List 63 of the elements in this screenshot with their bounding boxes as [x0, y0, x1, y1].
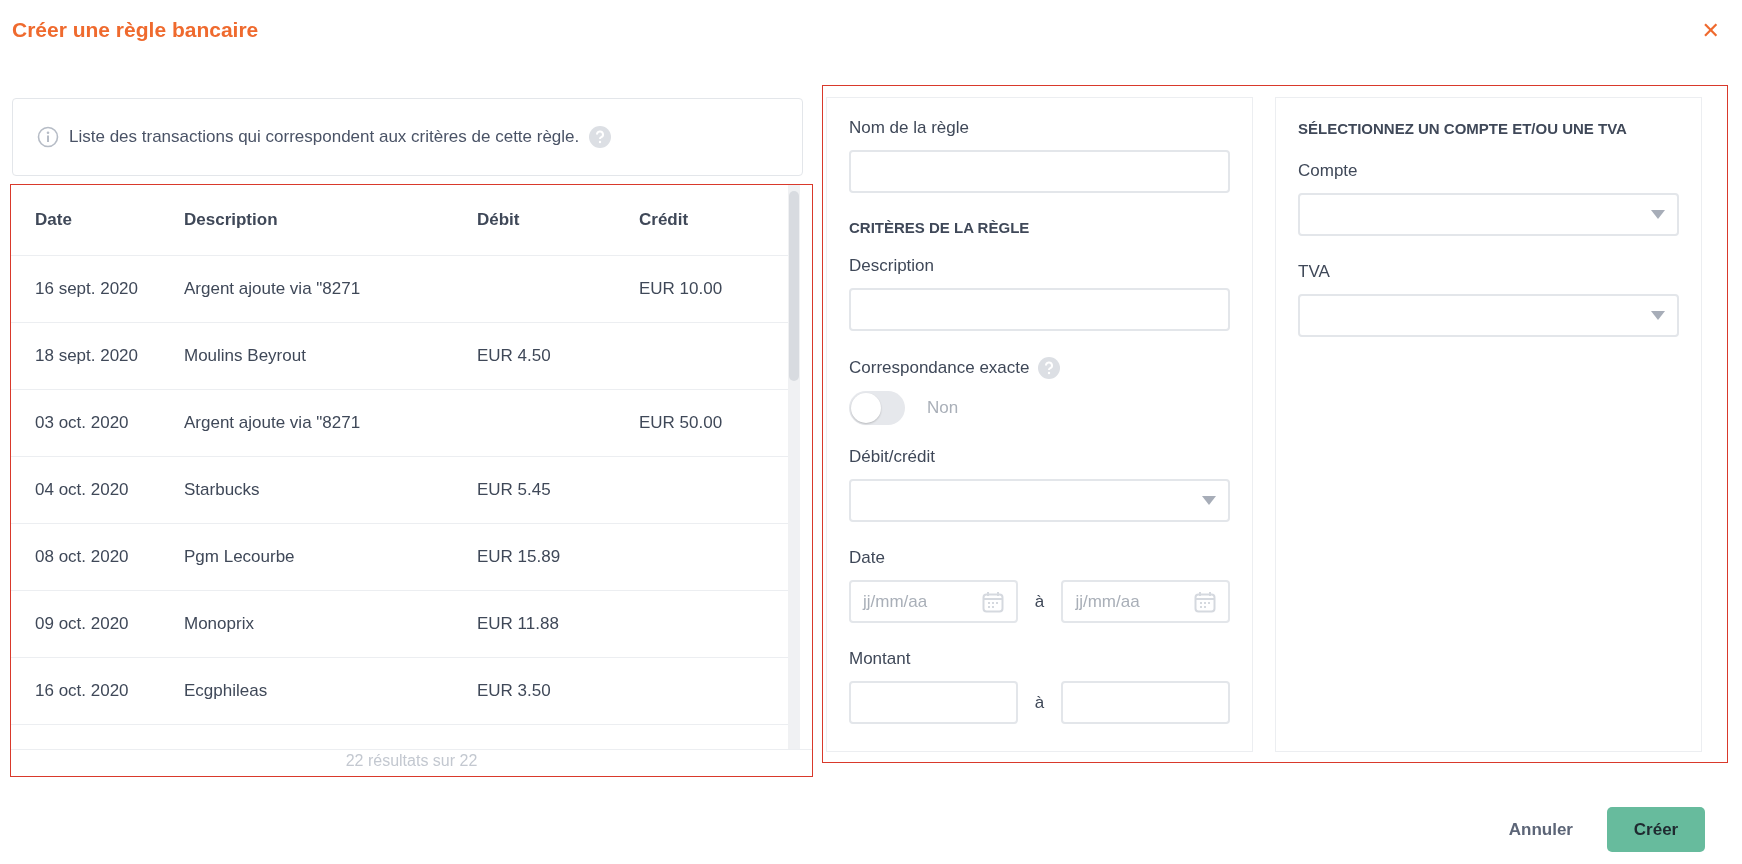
toggle-state-text: Non — [927, 398, 959, 418]
table-cell: Pgm Lecourbe — [184, 547, 295, 566]
table-cell: 09 oct. 2020 — [35, 614, 129, 633]
section-heading: CRITÈRES DE LA RÈGLE — [849, 219, 1031, 236]
info-text: Liste des transactions qui correspondent aux critères de cette règle. — [69, 127, 580, 147]
help-icon — [1037, 357, 1060, 379]
table-cell: EUR 5.45 — [477, 480, 551, 499]
calendar-icon — [981, 590, 1004, 613]
column-header: Crédit — [639, 210, 690, 230]
toggle-switch[interactable] — [849, 391, 905, 425]
date-field[interactable]: jj/mm/aa — [1061, 580, 1230, 623]
scrollbar[interactable] — [788, 185, 800, 749]
table-cell: EUR 50.00 — [639, 413, 723, 432]
date-field[interactable]: jj/mm/aa — [849, 580, 1018, 623]
create-button[interactable]: Créer — [1607, 807, 1705, 852]
close-button[interactable]: ✕ — [1695, 17, 1726, 43]
table-cell: 16 sept. 2020 — [35, 279, 139, 298]
field-label: Compte — [1298, 161, 1359, 181]
input-field[interactable] — [849, 288, 1230, 331]
range-separator: à — [1033, 591, 1046, 612]
input-field[interactable] — [849, 150, 1230, 193]
caret-icon — [1651, 210, 1665, 219]
dialog-title: Créer une règle bancaire — [12, 18, 259, 42]
input-field[interactable] — [849, 681, 1018, 724]
table-cell: Starbucks — [184, 480, 260, 499]
table-cell: EUR 10.00 — [639, 279, 723, 298]
table-cell: 16 oct. 2020 — [35, 681, 129, 700]
table-cell: Moulins Beyrout — [184, 346, 306, 365]
table-cell: EUR 11.88 — [477, 614, 559, 633]
caret-icon — [1651, 311, 1665, 320]
range-separator: à — [1033, 692, 1046, 713]
field-label: Montant — [849, 649, 912, 669]
column-header: Date — [35, 210, 73, 230]
table-cell: Argent ajoute via "8271 — [184, 279, 361, 298]
dropdown[interactable] — [849, 479, 1230, 522]
results-count: 22 résultats sur 22 — [344, 751, 479, 771]
table-cell: 03 oct. 2020 — [35, 413, 129, 432]
calendar-icon — [1194, 590, 1216, 613]
field-label: TVA — [1298, 262, 1331, 282]
column-header: Débit — [477, 210, 521, 230]
table-cell: 08 oct. 2020 — [35, 547, 129, 566]
caret-icon — [1202, 496, 1216, 505]
column-header: Description — [184, 210, 279, 230]
field-label: Débit/crédit — [849, 447, 936, 467]
field-label: Date — [849, 548, 886, 568]
table-cell: EUR 3.50 — [477, 681, 551, 700]
cancel-button[interactable]: Annuler — [1508, 807, 1573, 852]
table-cell: EUR 15.89 — [477, 547, 561, 566]
table-cell: EUR 4.50 — [477, 346, 551, 365]
table-cell: Monoprix — [184, 614, 254, 633]
table-cell: Argent ajoute via "8271 — [184, 413, 361, 432]
table-cell: 18 sept. 2020 — [35, 346, 139, 365]
info-icon — [37, 126, 59, 148]
help-icon — [589, 126, 612, 148]
field-label: Nom de la règle — [849, 118, 970, 138]
input-field[interactable] — [1061, 681, 1230, 724]
section-heading: SÉLECTIONNEZ UN COMPTE ET/OU UNE TVA — [1298, 120, 1628, 137]
table-cell: 04 oct. 2020 — [35, 480, 129, 499]
field-label: Description — [849, 256, 936, 276]
table-cell: Ecgphileas — [184, 681, 268, 700]
field-label: Correspondance exacte — [849, 358, 1030, 378]
dropdown[interactable] — [1298, 294, 1679, 337]
dropdown[interactable] — [1298, 193, 1679, 236]
